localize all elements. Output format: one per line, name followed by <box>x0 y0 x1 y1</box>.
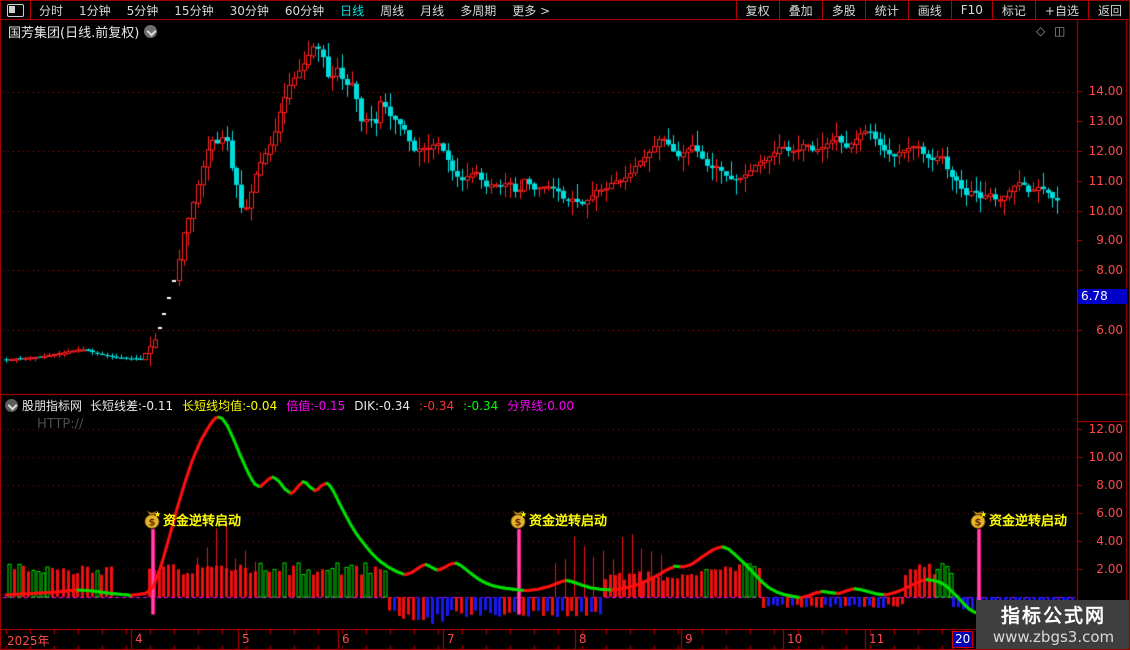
indicator-field-1: 长短线差:-0.11 <box>90 398 174 413</box>
indicator-site-label: 股朋指标网 <box>22 398 83 413</box>
period-item-5[interactable]: 30分钟 <box>230 2 269 19</box>
chart-title-bar: 国芳集团(日线.前复权) <box>1 21 158 41</box>
period-menu: 分时 1分钟 5分钟 15分钟 30分钟 60分钟 日线 周线 月线 多周期 更多 > <box>31 1 558 19</box>
indicator-field-5: :-0.34 <box>419 398 455 413</box>
indicator-field-4: DIK:-0.34 <box>354 398 411 413</box>
price-axis-label: 10.00 <box>1088 204 1123 218</box>
axis-month-label: 10 <box>787 632 803 646</box>
price-axis-label: 6.00 <box>1096 323 1123 337</box>
tool-item-7[interactable]: 标记 <box>991 1 1035 19</box>
period-item-9[interactable]: 月线 <box>420 2 444 19</box>
axis-year-label: 2025年 <box>7 634 50 648</box>
price-axis-label: 13.00 <box>1088 114 1123 128</box>
money-bag-icon: $ <box>970 510 987 529</box>
period-item-2[interactable]: 1分钟 <box>79 2 111 19</box>
signal-annotation-3: $ 资金逆转启动 <box>970 510 1067 529</box>
tool-item-6[interactable]: F10 <box>950 1 992 19</box>
current-price-badge: 6.78 <box>1078 289 1127 304</box>
price-axis-label: 14.00 <box>1088 84 1123 98</box>
axis-month-label: 11 <box>869 632 885 646</box>
indicator-field-3: 倍值:-0.15 <box>286 398 346 413</box>
watermark-title: 指标公式网 <box>1000 604 1106 627</box>
indicator-axis-label: 10.00 <box>1088 450 1123 464</box>
tool-item-2[interactable]: 叠加 <box>778 1 822 19</box>
tools-menu: 复权 叠加 多股 统计 画线 F10 标记 +自选 返回 <box>735 1 1129 19</box>
layout-pane-icon[interactable] <box>7 3 24 17</box>
top-toolbar: 分时 1分钟 5分钟 15分钟 30分钟 60分钟 日线 周线 月线 多周期 更多 > 复权 叠加 多股… <box>1 1 1129 20</box>
money-bag-icon: $ <box>510 510 527 529</box>
tool-item-5[interactable]: 画线 <box>907 1 951 19</box>
signal-annotation-2: $ 资金逆转启动 <box>510 510 607 529</box>
period-item-8[interactable]: 周线 <box>380 2 404 19</box>
tool-item-3[interactable]: 多股 <box>821 1 865 19</box>
money-bag-icon: $ <box>144 510 161 529</box>
axis-month-label: 7 <box>447 632 455 646</box>
price-axis-label: 8.00 <box>1096 263 1123 277</box>
indicator-url-text: HTTP:// <box>37 417 84 432</box>
signal-label: 资金逆转启动 <box>163 514 242 529</box>
indicator-axis-label: 2.00 <box>1096 562 1123 576</box>
diamond-icon[interactable]: ◇ <box>1036 24 1045 38</box>
indicator-values: 长短线差:-0.11 长短线均值:-0.04 倍值:-0.15 DIK:-0.34 :-… <box>90 397 583 414</box>
axis-month-label: 4 <box>135 632 143 646</box>
svg-text:$: $ <box>975 518 982 529</box>
indicator-axis-label: 12.00 <box>1088 422 1123 436</box>
period-item-3[interactable]: 5分钟 <box>127 2 159 19</box>
period-item-6[interactable]: 60分钟 <box>285 2 324 19</box>
indicator-axis-label: 8.00 <box>1096 478 1123 492</box>
price-axis-label: 12.00 <box>1088 144 1123 158</box>
axis-month-label: 5 <box>242 632 250 646</box>
chart-canvas[interactable] <box>1 1 1129 649</box>
signal-label: 资金逆转启动 <box>529 514 608 529</box>
period-item-7[interactable]: 日线 <box>340 2 364 19</box>
price-axis-label: 11.00 <box>1088 174 1123 188</box>
period-item-4[interactable]: 15分钟 <box>174 2 213 19</box>
page-title[interactable]: 国芳集团(日线.前复权) <box>8 22 139 41</box>
watermark: 指标公式网 www.zbgs3.com <box>976 600 1129 649</box>
tool-item-8[interactable]: +自选 <box>1034 1 1088 19</box>
tool-item-4[interactable]: 统计 <box>864 1 908 19</box>
indicator-axis-label: 4.00 <box>1096 534 1123 548</box>
indicator-field-7: 分界线:0.00 <box>507 398 574 413</box>
signal-annotation-1: $ 资金逆转启动 <box>144 510 241 529</box>
indicator-field-2: 长短线均值:-0.04 <box>182 398 278 413</box>
period-item-1[interactable]: 分时 <box>39 2 63 19</box>
axis-month-label: 9 <box>685 632 693 646</box>
svg-text:$: $ <box>515 518 522 529</box>
period-item-10[interactable]: 多周期 <box>460 2 496 19</box>
signal-label: 资金逆转启动 <box>989 514 1068 529</box>
split-pane-icon[interactable]: ◫ <box>1054 24 1065 38</box>
indicator-field-6: :-0.34 <box>463 398 499 413</box>
svg-text:$: $ <box>149 518 156 529</box>
tool-item-1[interactable]: 复权 <box>735 1 779 19</box>
period-item-11[interactable]: 更多 > <box>512 2 550 19</box>
indicator-axis-label: 6.00 <box>1096 506 1123 520</box>
axis-month-label: 6 <box>342 632 350 646</box>
collapse-indicator-icon[interactable] <box>5 398 18 412</box>
chevron-down-icon[interactable] <box>144 24 158 38</box>
current-date-badge: 20 <box>952 631 974 648</box>
axis-month-label: 8 <box>579 632 587 646</box>
indicator-header: 股朋指标网 长短线差:-0.11 长短线均值:-0.04 倍值:-0.15 DIK:-… <box>1 397 583 413</box>
price-axis-label: 9.00 <box>1096 233 1123 247</box>
tool-item-9[interactable]: 返回 <box>1087 1 1129 19</box>
app-window: 分时 1分钟 5分钟 15分钟 30分钟 60分钟 日线 周线 月线 多周期 更多 > 复权 叠加 多股… <box>0 0 1130 650</box>
watermark-url: www.zbgs3.com <box>992 627 1115 646</box>
